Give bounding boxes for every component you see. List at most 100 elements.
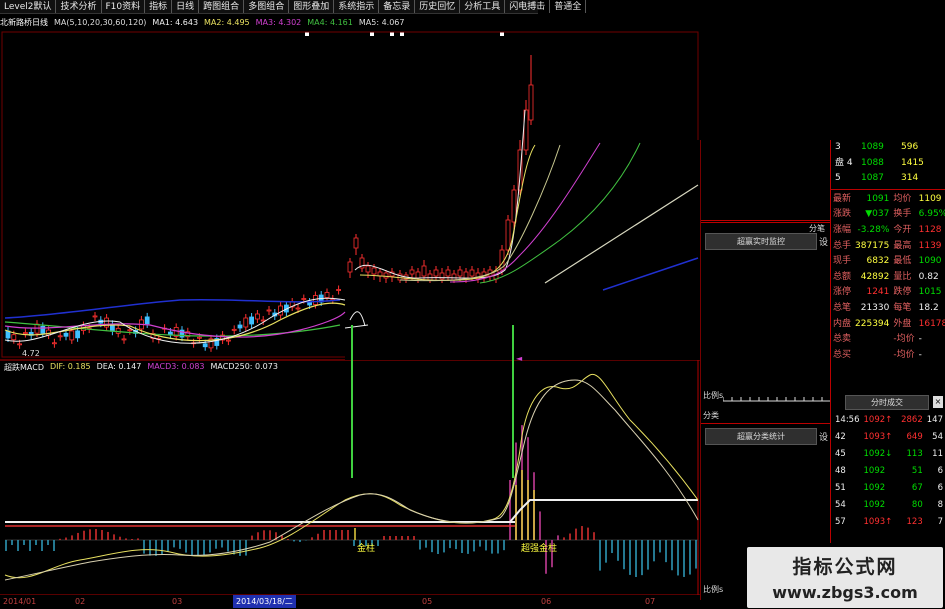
ma-params: MA(5,10,20,30,60,120) bbox=[54, 17, 147, 27]
quote-value: 1139 bbox=[918, 240, 942, 251]
menu-item[interactable]: 多图组合 bbox=[244, 0, 290, 13]
candle-body bbox=[75, 330, 80, 339]
menu-item[interactable]: 跨图组合 bbox=[199, 0, 245, 13]
realtime-monitor-button[interactable]: 超赢实时监控 bbox=[705, 233, 817, 250]
stock-title[interactable]: 北新路桥日线 bbox=[0, 17, 48, 28]
tick-price: 1093↑ bbox=[863, 517, 893, 527]
menu-item[interactable]: 闪电搏击 bbox=[505, 0, 551, 13]
menu-item[interactable]: 普通全 bbox=[550, 0, 587, 13]
candle-body bbox=[463, 271, 469, 279]
date-label: 05 bbox=[422, 597, 433, 606]
tick-volume: 2862 bbox=[901, 415, 923, 425]
order-level: 盘 4 bbox=[835, 157, 853, 168]
quote-row: 总卖 -均价 - bbox=[831, 332, 945, 348]
order-book-row[interactable]: 3 1089 596 bbox=[833, 140, 933, 156]
menu-item[interactable]: 指标 bbox=[145, 0, 173, 13]
candle-body bbox=[196, 336, 202, 339]
quote-value: - bbox=[918, 349, 922, 360]
ticks-panel: 分时成交 × 14:56 1092↑ 2862 147 42 1093↑ 649 54 45 10… bbox=[830, 393, 945, 543]
tick-volume: 123 bbox=[906, 517, 923, 527]
menu-item[interactable]: Level2默认 bbox=[0, 0, 57, 13]
tick-price: 1092 bbox=[863, 466, 886, 476]
low-price-label: 4.72 bbox=[22, 349, 40, 358]
watermark-url: www.zbgs3.com bbox=[772, 583, 918, 602]
quote-row: 最新 1091 均价 1109 bbox=[831, 192, 945, 208]
tick-row: 48 1092 51 6 bbox=[833, 463, 945, 480]
quote-value: 1090 bbox=[918, 256, 942, 267]
quote-row: 涨停 1241 跌停 1015 bbox=[831, 285, 945, 301]
candle-body bbox=[457, 269, 463, 277]
time-sales-button[interactable]: 分时成交 bbox=[845, 395, 929, 410]
chart-overlay-area bbox=[345, 140, 700, 360]
quote-value: -3.28% bbox=[857, 224, 890, 235]
quote-label: 现手 bbox=[833, 256, 852, 267]
quote-label: 换手 bbox=[893, 209, 912, 220]
candle-body bbox=[266, 309, 272, 312]
date-label: 07 bbox=[645, 597, 656, 606]
quote-label: 总额 bbox=[833, 271, 852, 282]
settings-icon[interactable]: 设 bbox=[819, 430, 828, 443]
candle-body bbox=[243, 317, 249, 328]
macd-name[interactable]: 超跌MACD bbox=[4, 362, 44, 374]
quote-value: 161781 bbox=[918, 318, 945, 329]
menu-item[interactable]: 系统指示 bbox=[334, 0, 380, 13]
date-label: 03 bbox=[172, 597, 183, 606]
quote-label: 总手 bbox=[833, 240, 852, 251]
quote-row: 涨幅 -3.28% 今开 1128 bbox=[831, 223, 945, 239]
tick-time: 48 bbox=[835, 466, 846, 476]
menu-item[interactable]: 日线 bbox=[172, 0, 200, 13]
ma5-value: MA5: 4.067 bbox=[358, 17, 405, 27]
menu-item[interactable]: 图形叠加 bbox=[289, 0, 335, 13]
monitor-panel: 分笔 超赢实时监控 设 比例s 分类 超赢分类统计 设 比例s bbox=[700, 140, 831, 600]
class-statistics-button[interactable]: 超赢分类统计 bbox=[705, 428, 817, 445]
order-level: 3 bbox=[835, 142, 841, 152]
order-book-row[interactable]: 5 1087 314 bbox=[833, 171, 933, 187]
macd-header: 超跌MACD DIF: 0.185 DEA: 0.147 MACD3: 0.08… bbox=[4, 362, 278, 374]
candle-body bbox=[121, 338, 127, 341]
menu-item[interactable]: 备忘录 bbox=[379, 0, 416, 13]
candle-body bbox=[202, 343, 208, 348]
candle-body bbox=[144, 316, 150, 325]
candle-body bbox=[254, 313, 260, 320]
candle-body bbox=[115, 327, 121, 334]
quote-value: 225394 bbox=[855, 318, 890, 329]
order-price: 1087 bbox=[861, 173, 884, 184]
settings-icon[interactable]: 设 bbox=[819, 235, 828, 248]
candle-body bbox=[427, 273, 433, 281]
menu-item[interactable]: F10资料 bbox=[102, 0, 146, 13]
quote-value: 1109 bbox=[918, 193, 942, 204]
quote-label: 最新 bbox=[833, 193, 852, 204]
quote-value bbox=[853, 332, 891, 348]
quote-label: 量比 bbox=[893, 271, 912, 282]
close-icon[interactable]: × bbox=[933, 396, 943, 408]
tick-time: 14:56 bbox=[835, 415, 860, 425]
selected-date[interactable]: 2014/03/18/二 bbox=[233, 595, 296, 608]
menu-item[interactable]: 历史回忆 bbox=[415, 0, 461, 13]
quote-label: 均价 bbox=[893, 193, 912, 204]
menu-item[interactable]: 分析工具 bbox=[460, 0, 506, 13]
order-book-row[interactable]: 盘 4 1088 1415 bbox=[833, 156, 933, 172]
tick-row: 51 1092 67 6 bbox=[833, 480, 945, 497]
quote-panel: 3 1089 596 盘 4 1088 1415 5 1087 314 最新 1091 均价 1109… bbox=[830, 140, 945, 400]
quote-value: 6832 bbox=[866, 256, 890, 267]
candle-body bbox=[301, 298, 307, 300]
tick-volume: 649 bbox=[906, 432, 923, 442]
candle-body bbox=[383, 272, 389, 279]
tick-time: 57 bbox=[835, 517, 846, 527]
candle-body bbox=[312, 295, 318, 305]
candle-body bbox=[365, 265, 371, 273]
candle-body bbox=[92, 315, 98, 318]
candle-body bbox=[505, 219, 511, 251]
quote-value: - bbox=[918, 334, 922, 345]
ratio-label-2: 比例s bbox=[703, 585, 724, 594]
price-chart[interactable]: 4.72 ◄ 金柱 超强金柱 bbox=[0, 30, 700, 595]
tick-row: 54 1092 80 8 bbox=[833, 497, 945, 514]
order-volume: 596 bbox=[901, 142, 919, 152]
menu-item[interactable]: 技术分析 bbox=[56, 0, 102, 13]
quote-label: 涨停 bbox=[833, 287, 852, 298]
order-level: 5 bbox=[835, 173, 841, 184]
ma4-value: MA4: 4.161 bbox=[307, 17, 353, 27]
date-axis: 2014/01 02 03 2014/03/18/二 05 06 07 bbox=[0, 595, 700, 609]
arrow-marker: ◄ bbox=[516, 354, 523, 363]
candle-body bbox=[528, 84, 534, 121]
